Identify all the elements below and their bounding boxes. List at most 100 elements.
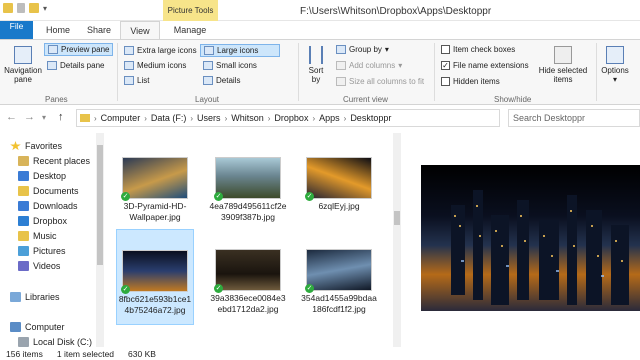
sort-icon xyxy=(309,46,323,64)
nav-libraries[interactable]: Libraries xyxy=(10,292,60,302)
details-pane-button[interactable]: Details pane xyxy=(47,61,104,70)
breadcrumb-computer[interactable]: Computer xyxy=(101,113,141,123)
back-arrow-icon[interactable]: ← xyxy=(6,111,17,123)
nav-downloads[interactable]: Downloads xyxy=(18,201,78,211)
show-hide-group-label: Show/hide xyxy=(494,95,532,104)
extra-large-icons-icon xyxy=(124,46,134,55)
quick-access-toolbar: ▾ xyxy=(3,3,47,13)
nav-local-disk[interactable]: Local Disk (C:) xyxy=(18,337,92,347)
up-arrow-icon[interactable]: ↑ xyxy=(58,111,64,123)
layout-group-label: Layout xyxy=(195,95,220,104)
address-bar[interactable]: › Computer › Data (F:) › Users › Whitson… xyxy=(76,109,500,127)
breadcrumb-users[interactable]: Users xyxy=(197,113,221,123)
sort-by-button[interactable]: Sort by xyxy=(302,46,330,84)
preview-pane-button[interactable]: Preview pane xyxy=(44,43,114,56)
forward-arrow-icon[interactable]: → xyxy=(24,111,35,123)
chevron-right-icon[interactable]: › xyxy=(268,114,271,123)
nav-documents[interactable]: Documents xyxy=(18,186,79,196)
chevron-right-icon[interactable]: › xyxy=(144,114,147,123)
sync-check-icon: ✓ xyxy=(305,284,314,293)
details-pane-icon xyxy=(47,61,57,70)
panes-group-label: Panes xyxy=(45,95,68,104)
breadcrumb-dropbox[interactable]: Dropbox xyxy=(274,113,308,123)
hide-selected-icon xyxy=(554,46,572,64)
nav-pictures[interactable]: Pictures xyxy=(18,246,66,256)
nav-scrollbar[interactable] xyxy=(96,133,104,347)
divider xyxy=(434,43,435,101)
recent-chevron-icon[interactable]: ▾ xyxy=(42,113,46,122)
breadcrumb-apps[interactable]: Apps xyxy=(319,113,340,123)
list-icon xyxy=(124,76,134,85)
file-item[interactable]: ✓ 354ad1455a99bdaa186fcdf1f2.jpg xyxy=(300,249,378,315)
libraries-icon xyxy=(10,292,21,302)
divider xyxy=(117,43,118,101)
file-list: ✓ 3D-Pyramid-HD-Wallpaper.jpg ✓ 4ea789d4… xyxy=(104,133,394,347)
chevron-down-icon: ▾ xyxy=(398,61,403,70)
scrollbar-thumb[interactable] xyxy=(394,211,400,225)
extra-large-icons-option[interactable]: Extra large icons xyxy=(124,46,197,55)
nav-music[interactable]: Music xyxy=(18,231,57,241)
status-bar: 156 items 1 item selected 630 KB xyxy=(0,347,640,360)
nav-computer[interactable]: Computer xyxy=(10,322,65,332)
medium-icons-icon xyxy=(124,61,134,70)
chevron-right-icon[interactable]: › xyxy=(312,114,315,123)
nav-recent-places[interactable]: Recent places xyxy=(18,156,90,166)
details-option[interactable]: Details xyxy=(203,76,240,85)
tab-manage[interactable]: Manage xyxy=(165,21,215,39)
file-item[interactable]: ✓ 3D-Pyramid-HD-Wallpaper.jpg xyxy=(116,157,194,223)
content-scrollbar[interactable] xyxy=(393,133,401,347)
sync-check-icon: ✓ xyxy=(214,192,223,201)
breadcrumb-desktoppr[interactable]: Desktoppr xyxy=(350,113,391,123)
tab-home[interactable]: Home xyxy=(38,21,78,39)
nav-videos[interactable]: Videos xyxy=(18,261,60,271)
navigation-pane-button[interactable]: Navigation pane xyxy=(2,46,44,84)
folder-icon[interactable] xyxy=(3,3,13,13)
search-input[interactable]: Search Desktoppr xyxy=(508,109,640,127)
thumbnail-image: ✓ xyxy=(214,157,281,201)
options-button[interactable]: Options ▾ xyxy=(598,46,632,84)
chevron-right-icon[interactable]: › xyxy=(225,114,228,123)
list-option[interactable]: List xyxy=(124,76,149,85)
chevron-right-icon[interactable]: › xyxy=(344,114,347,123)
window-title: F:\Users\Whitson\Dropbox\Apps\Desktoppr xyxy=(300,6,492,17)
tab-share[interactable]: Share xyxy=(80,21,118,39)
add-columns-button[interactable]: Add columns ▾ xyxy=(336,61,402,70)
chevron-right-icon[interactable]: › xyxy=(190,114,193,123)
group-by-button[interactable]: Group by ▾ xyxy=(336,45,389,54)
scrollbar-thumb[interactable] xyxy=(97,145,103,265)
chevron-down-icon: ▾ xyxy=(384,45,389,54)
folder-icon xyxy=(80,114,90,122)
small-icons-option[interactable]: Small icons xyxy=(203,61,257,70)
chevron-down-icon: ▾ xyxy=(612,75,617,84)
sync-check-icon: ✓ xyxy=(121,192,130,201)
small-icons-icon xyxy=(203,61,213,70)
nav-favorites[interactable]: Favorites xyxy=(10,141,62,151)
file-item[interactable]: ✓ 6zqlEyj.jpg xyxy=(300,157,378,212)
breadcrumb-data-f[interactable]: Data (F:) xyxy=(151,113,187,123)
large-icons-option[interactable]: Large icons xyxy=(200,44,280,57)
item-check-boxes-toggle[interactable]: Item check boxes xyxy=(441,45,515,54)
hidden-items-toggle[interactable]: Hidden items xyxy=(441,77,500,86)
chevron-right-icon[interactable]: › xyxy=(94,114,97,123)
music-icon xyxy=(18,231,29,241)
file-name-extensions-toggle[interactable]: ✓ File name extensions xyxy=(441,61,529,70)
pictures-icon xyxy=(18,246,29,256)
file-item[interactable]: ✓ 4ea789d495611cf2e3909f387b.jpg xyxy=(209,157,287,223)
properties-icon[interactable] xyxy=(17,3,25,13)
add-columns-icon xyxy=(336,61,346,70)
current-view-group-label: Current view xyxy=(343,95,388,104)
file-item-selected[interactable]: ✓ 8fbc621e593b1ce14b75246a72.jpg xyxy=(116,229,194,325)
hide-selected-items-button[interactable]: Hide selected items xyxy=(535,46,591,84)
chevron-down-icon[interactable]: ▾ xyxy=(43,4,47,13)
medium-icons-option[interactable]: Medium icons xyxy=(124,61,186,70)
nav-desktop[interactable]: Desktop xyxy=(18,171,66,181)
new-folder-icon[interactable] xyxy=(29,3,39,13)
tab-file[interactable]: File xyxy=(0,21,33,39)
size-columns-button[interactable]: Size all columns to fit xyxy=(336,77,424,86)
computer-icon xyxy=(10,322,21,332)
file-item[interactable]: ✓ 39a3836ece0084e3ebd1712da2.jpg xyxy=(209,249,287,315)
tab-view[interactable]: View xyxy=(120,21,160,39)
nav-dropbox[interactable]: Dropbox xyxy=(18,216,67,226)
breadcrumb-whitson[interactable]: Whitson xyxy=(231,113,264,123)
city-skyline-image xyxy=(451,190,629,305)
